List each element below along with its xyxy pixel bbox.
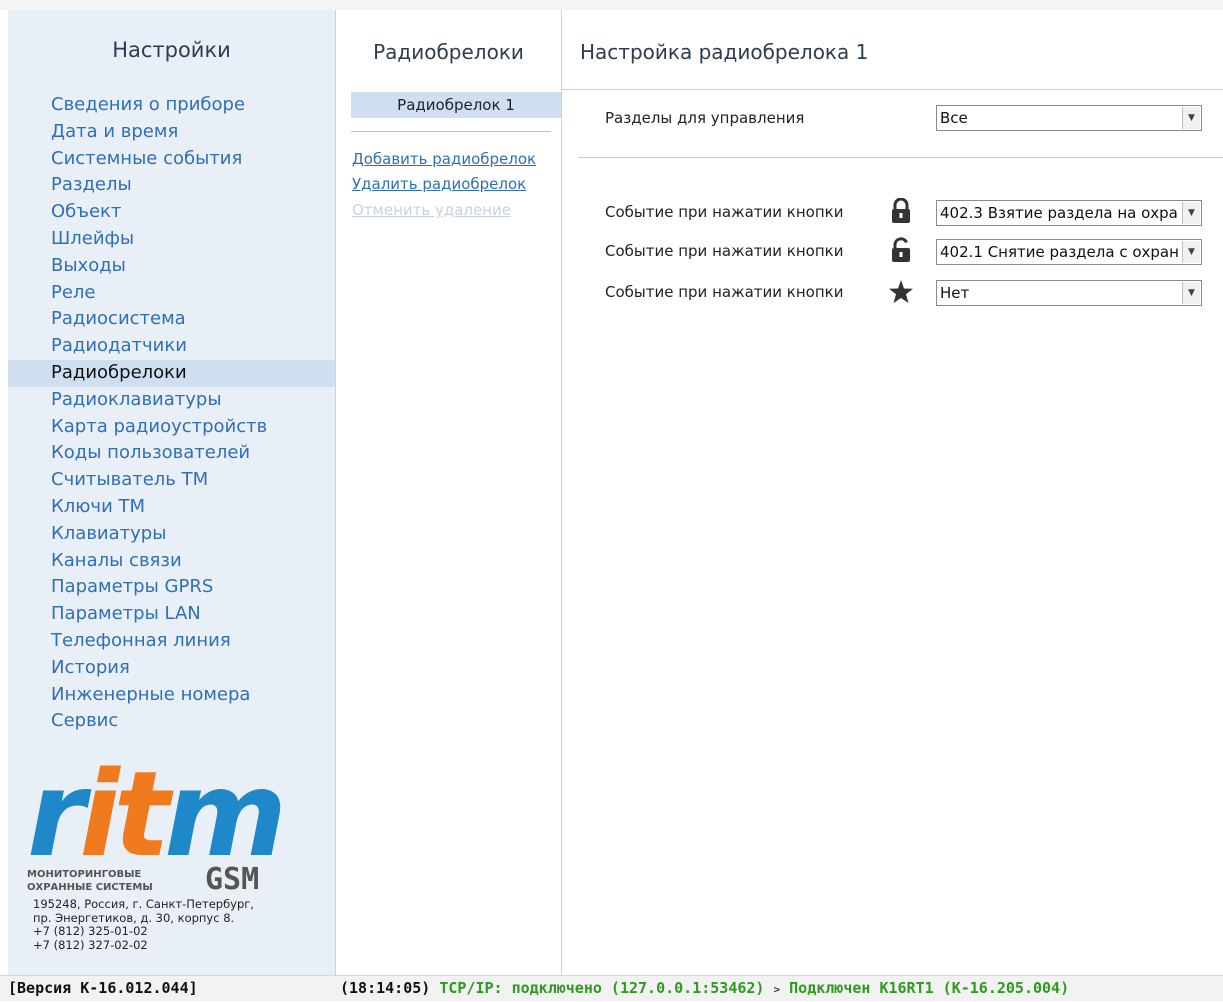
nav-item-gprs-params[interactable]: Параметры GPRS <box>8 574 335 601</box>
nav-item-user-codes[interactable]: Коды пользователей <box>8 440 335 467</box>
nav-item-tm-keys[interactable]: Ключи ТМ <box>8 494 335 521</box>
button-event-select-1[interactable]: 402.3 Взятие раздела на охрану ▼ <box>936 200 1202 226</box>
nav-item-radio-fobs[interactable]: Радиобрелоки <box>8 359 335 387</box>
partitions-value: Все <box>940 109 968 127</box>
logo-tagline-1: МОНИТОРИНГОВЫЕ <box>27 869 141 880</box>
company-address: 195248, Россия, г. Санкт-Петербург, пр. … <box>33 897 254 952</box>
button-event-value-2: 402.1 Снятие раздела с охраны <box>940 243 1179 261</box>
device-status: Подключен K16RT1 (К-16.205.004) <box>789 979 1070 997</box>
status-bar: [Версия К-16.012.044] (18:14:05) TCP/IP:… <box>0 975 1223 1001</box>
lock-open-icon <box>892 237 910 262</box>
nav-item-history[interactable]: История <box>8 655 335 682</box>
nav-item-object[interactable]: Объект <box>8 199 335 226</box>
ritm-logo: ritm МОНИТОРИНГОВЫЕ ОХРАННЫЕ СИСТЕМЫ GSM <box>27 755 287 895</box>
fob-list-title: Радиобрелоки <box>373 40 524 64</box>
settings-title: Настройки <box>112 38 231 62</box>
fob-settings-panel: Настройка радиобрелока 1 Разделы для упр… <box>562 10 1223 975</box>
nav-item-radio-system[interactable]: Радиосистема <box>8 306 335 333</box>
title-divider <box>562 89 1223 90</box>
chevron-down-icon[interactable]: ▼ <box>1182 107 1200 129</box>
undo-delete-link: Отменить удаление <box>352 201 512 219</box>
fob-list-panel: Радиобрелоки Радиобрелок 1 Добавить ради… <box>336 10 562 975</box>
chevron-down-icon[interactable]: ▼ <box>1182 282 1200 304</box>
nav-item-partitions[interactable]: Разделы <box>8 172 335 199</box>
add-fob-link[interactable]: Добавить радиобрелок <box>352 150 536 168</box>
nav-item-outputs[interactable]: Выходы <box>8 253 335 280</box>
chevron-down-icon[interactable]: ▼ <box>1182 202 1200 224</box>
nav-item-tm-reader[interactable]: Считыватель ТМ <box>8 467 335 494</box>
nav-item-radio-keypads[interactable]: Радиоклавиатуры <box>8 387 335 414</box>
button-event-value-1: 402.3 Взятие раздела на охрану <box>940 204 1179 222</box>
delete-fob-link[interactable]: Удалить радиобрелок <box>352 175 526 193</box>
top-strip <box>0 0 1223 10</box>
settings-nav: Сведения о приборе Дата и время Системны… <box>8 92 335 735</box>
nav-item-keypads[interactable]: Клавиатуры <box>8 521 335 548</box>
button-event-select-2[interactable]: 402.1 Снятие раздела с охраны ▼ <box>936 239 1202 265</box>
chevron-down-icon[interactable]: ▼ <box>1182 241 1200 263</box>
button-event-value-3: Нет <box>940 284 970 302</box>
nav-item-relay[interactable]: Реле <box>8 280 335 307</box>
partitions-label: Разделы для управления <box>605 109 805 127</box>
settings-sidebar: Настройки Сведения о приборе Дата и врем… <box>8 10 336 975</box>
partitions-select[interactable]: Все ▼ <box>936 105 1202 131</box>
nav-item-system-events[interactable]: Системные события <box>8 146 335 173</box>
nav-item-service[interactable]: Сервис <box>8 708 335 735</box>
logo-tagline-2: ОХРАННЫЕ СИСТЕМЫ <box>27 882 153 893</box>
connection-status: (18:14:05) TCP/IP: подключено (127.0.0.1… <box>340 976 1069 1002</box>
nav-item-engineer-numbers[interactable]: Инженерные номера <box>8 682 335 709</box>
nav-item-radio-sensors[interactable]: Радиодатчики <box>8 333 335 360</box>
logo-gsm: GSM <box>205 862 259 895</box>
status-time: (18:14:05) <box>340 979 431 997</box>
button-event-label-3: Событие при нажатии кнопки <box>605 283 844 301</box>
fob-list-divider <box>351 131 551 132</box>
status-separator: > <box>773 983 781 996</box>
fob-list-item[interactable]: Радиобрелок 1 <box>351 92 561 118</box>
firmware-version: [Версия К-16.012.044] <box>8 979 198 997</box>
section-divider <box>578 157 1223 158</box>
nav-item-radio-device-map[interactable]: Карта радиоустройств <box>8 414 335 441</box>
nav-item-channels[interactable]: Каналы связи <box>8 548 335 575</box>
button-event-label-1: Событие при нажатии кнопки <box>605 203 844 221</box>
button-event-select-3[interactable]: Нет ▼ <box>936 280 1202 306</box>
nav-item-date-time[interactable]: Дата и время <box>8 119 335 146</box>
star-icon <box>889 280 913 303</box>
page-title: Настройка радиобрелока 1 <box>580 40 869 64</box>
button-event-label-2: Событие при нажатии кнопки <box>605 242 844 260</box>
nav-item-device-info[interactable]: Сведения о приборе <box>8 92 335 119</box>
lock-closed-icon <box>892 198 910 223</box>
nav-item-phone-line[interactable]: Телефонная линия <box>8 628 335 655</box>
nav-item-lan-params[interactable]: Параметры LAN <box>8 601 335 628</box>
tcp-status: TCP/IP: подключено (127.0.0.1:53462) <box>439 979 765 997</box>
nav-item-loops[interactable]: Шлейфы <box>8 226 335 253</box>
